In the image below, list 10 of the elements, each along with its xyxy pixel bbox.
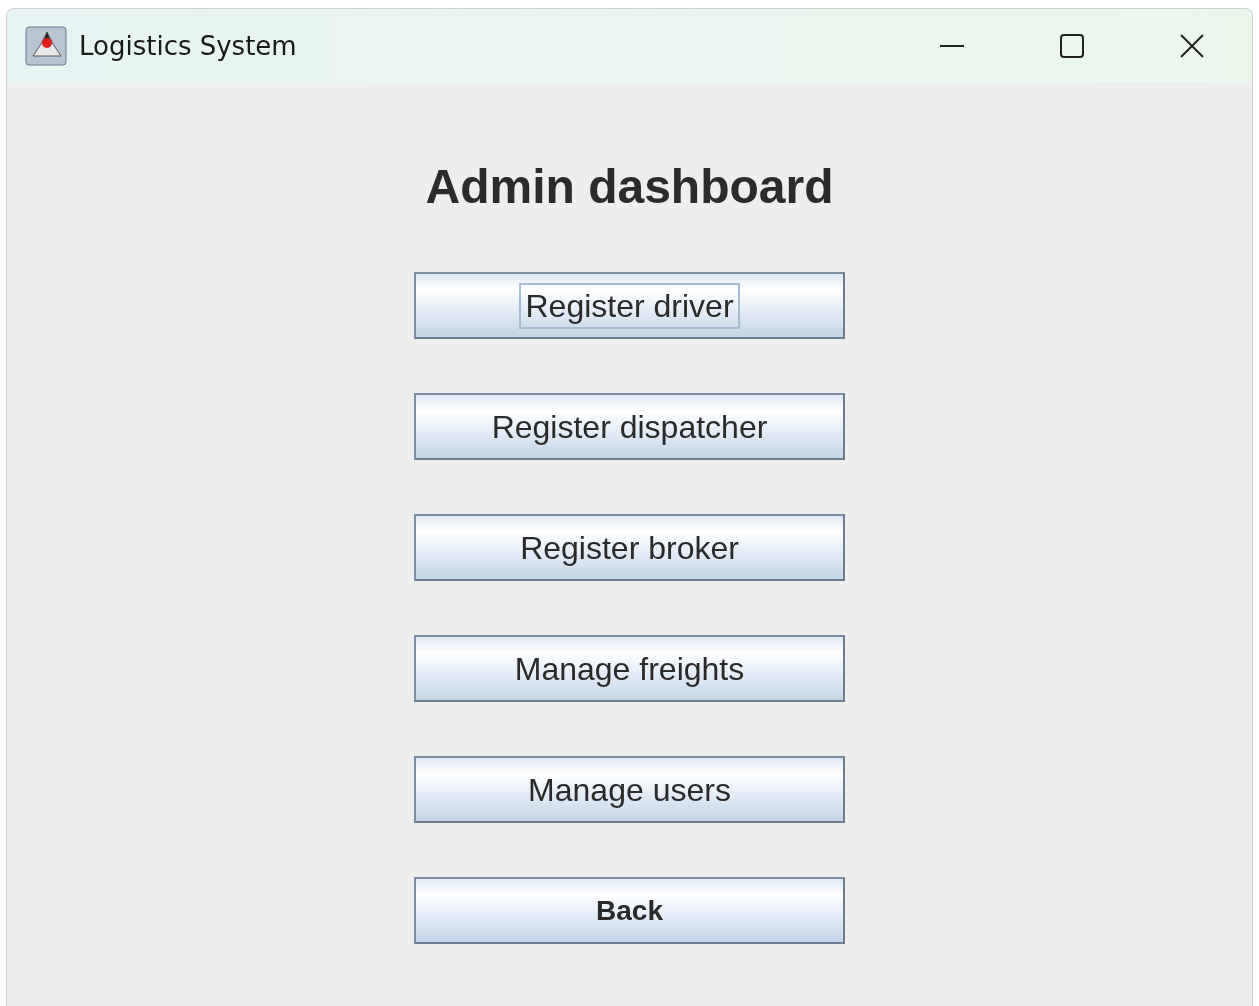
menu-button[interactable]: Manage users	[414, 756, 845, 823]
window-title: Logistics System	[79, 30, 298, 61]
menu-button[interactable]: Back	[414, 877, 845, 944]
app-icon	[25, 25, 67, 66]
menu-button[interactable]: Register driver	[414, 272, 845, 339]
dashboard-heading: Admin dashboard	[425, 159, 834, 215]
menu-button[interactable]: Register dispatcher	[414, 393, 845, 460]
minimize-icon	[937, 44, 967, 47]
menu-button[interactable]: Manage freights	[414, 635, 845, 702]
menu-button[interactable]: Register broker	[414, 514, 845, 581]
